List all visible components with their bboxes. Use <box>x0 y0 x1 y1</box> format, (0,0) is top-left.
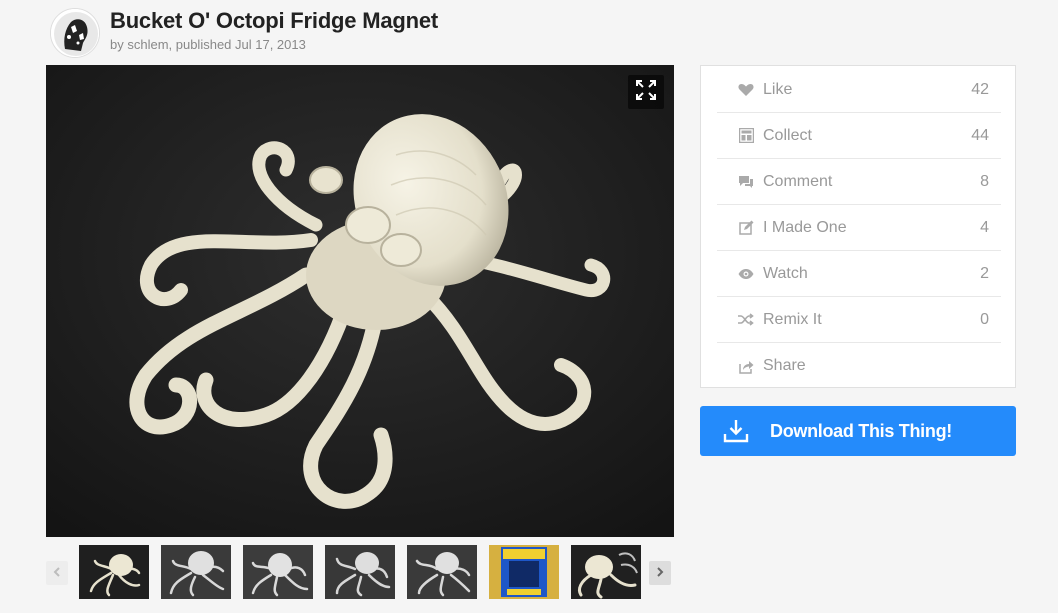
share-button[interactable]: Share <box>717 343 1001 389</box>
collect-count: 44 <box>971 126 989 144</box>
thumbnail-4[interactable] <box>325 545 395 599</box>
thumbnail-prev-button[interactable] <box>46 561 68 585</box>
share-icon <box>735 355 757 377</box>
thumbnail-2[interactable] <box>161 545 231 599</box>
chevron-right-icon <box>656 564 664 582</box>
chevron-left-icon <box>53 564 61 582</box>
thumbnail-next-button[interactable] <box>649 561 671 585</box>
made-one-label: I Made One <box>763 218 847 236</box>
collect-button[interactable]: Collect 44 <box>717 113 1001 159</box>
stats-panel: Like 42 Collect 44 Comment 8 I Made One … <box>700 65 1016 388</box>
heart-icon <box>735 79 757 101</box>
octopus-photo <box>46 65 674 537</box>
thumbnail-7[interactable] <box>571 545 641 599</box>
like-button[interactable]: Like 42 <box>717 67 1001 113</box>
expand-icon <box>636 79 656 105</box>
thumbnail-3[interactable] <box>243 545 313 599</box>
thumbnail-1[interactable] <box>79 545 149 599</box>
made-one-count: 4 <box>980 218 989 236</box>
shuffle-icon <box>735 309 757 331</box>
thumbnail-strip <box>46 545 674 601</box>
remix-count: 0 <box>980 310 989 328</box>
edit-icon <box>735 217 757 239</box>
collect-label: Collect <box>763 126 812 144</box>
watch-count: 2 <box>980 264 989 282</box>
remix-label: Remix It <box>763 310 822 328</box>
share-label: Share <box>763 357 806 374</box>
made-one-button[interactable]: I Made One 4 <box>717 205 1001 251</box>
watch-button[interactable]: Watch 2 <box>717 251 1001 297</box>
like-label: Like <box>763 80 793 98</box>
thumbnail-6[interactable] <box>489 545 559 599</box>
comment-icon <box>735 171 757 193</box>
watch-label: Watch <box>763 264 808 282</box>
comment-label: Comment <box>763 172 833 190</box>
page-title: Bucket O' Octopi Fridge Magnet <box>110 8 439 33</box>
avatar[interactable] <box>50 8 100 58</box>
download-button[interactable]: Download This Thing! <box>700 406 1016 456</box>
comment-button[interactable]: Comment 8 <box>717 159 1001 205</box>
thumbnail-5[interactable] <box>407 545 477 599</box>
byline: by schlem, published Jul 17, 2013 <box>110 37 306 52</box>
collection-icon <box>735 125 757 147</box>
eye-icon <box>735 263 757 285</box>
comment-count: 8 <box>980 172 989 190</box>
remix-button[interactable]: Remix It 0 <box>717 297 1001 343</box>
fullscreen-button[interactable] <box>628 75 664 109</box>
main-image[interactable] <box>46 65 674 537</box>
like-count: 42 <box>971 80 989 98</box>
download-label: Download This Thing! <box>770 420 952 441</box>
download-icon <box>722 417 750 445</box>
